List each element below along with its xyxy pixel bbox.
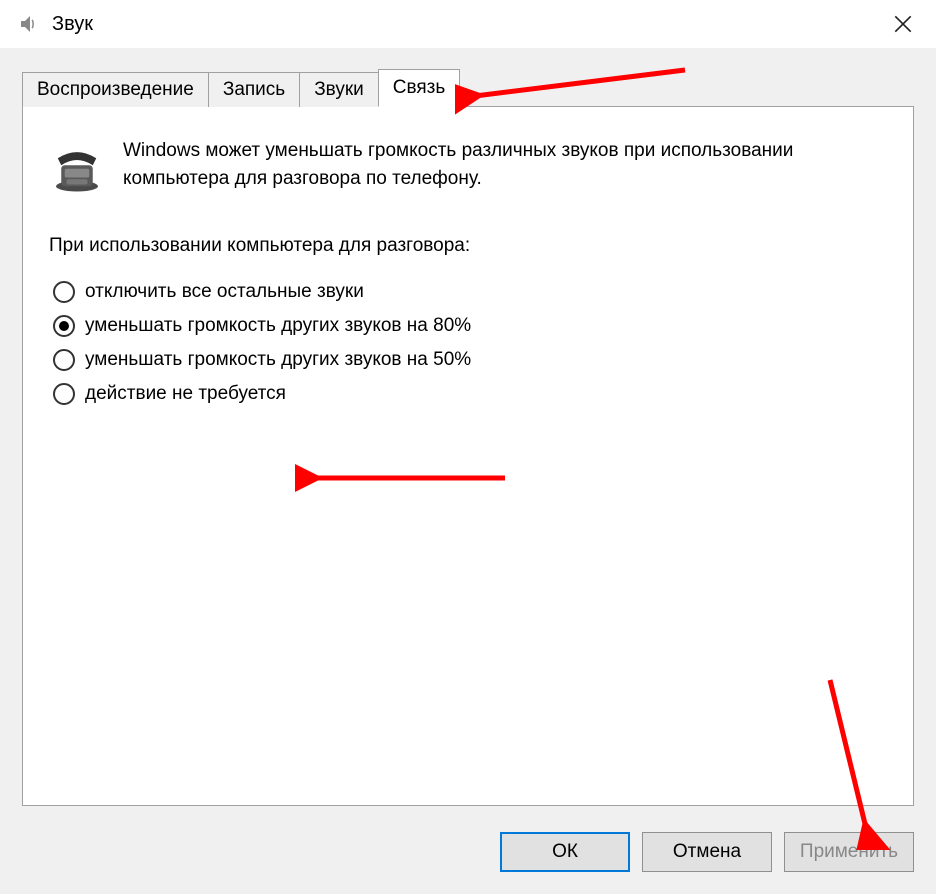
tab-playback[interactable]: Воспроизведение: [22, 72, 209, 107]
radio-reduce-50[interactable]: уменьшать громкость других звуков на 50%: [53, 349, 887, 371]
radio-reduce-80[interactable]: уменьшать громкость других звуков на 80%: [53, 315, 887, 337]
radio-label: уменьшать громкость других звуков на 50%: [85, 349, 471, 371]
tab-strip: Воспроизведение Запись Звуки Связь: [22, 66, 914, 106]
info-row: Windows может уменьшать громкость различ…: [49, 137, 887, 195]
cancel-button[interactable]: Отмена: [642, 832, 772, 872]
window-title: Звук: [52, 13, 880, 36]
radio-icon: [53, 383, 75, 405]
apply-button[interactable]: Применить: [784, 832, 914, 872]
radio-do-nothing[interactable]: действие не требуется: [53, 383, 887, 405]
info-text: Windows может уменьшать громкость различ…: [123, 137, 887, 192]
radio-mute-all[interactable]: отключить все остальные звуки: [53, 281, 887, 303]
tab-recording[interactable]: Запись: [208, 72, 300, 107]
radio-group: отключить все остальные звуки уменьшать …: [49, 281, 887, 405]
section-label: При использовании компьютера для разгово…: [49, 235, 887, 257]
tab-sounds[interactable]: Звуки: [299, 72, 379, 107]
radio-label: действие не требуется: [85, 383, 286, 405]
radio-label: уменьшать громкость других звуков на 80%: [85, 315, 471, 337]
close-button[interactable]: [880, 4, 926, 44]
radio-icon: [53, 315, 75, 337]
phone-icon: [49, 139, 105, 195]
titlebar: Звук: [0, 0, 936, 46]
dialog-body: Воспроизведение Запись Звуки Связь Windo…: [0, 48, 936, 894]
radio-icon: [53, 281, 75, 303]
tab-communications[interactable]: Связь: [378, 69, 461, 107]
button-row: ОК Отмена Применить: [500, 832, 914, 872]
radio-label: отключить все остальные звуки: [85, 281, 364, 303]
sound-icon: [14, 10, 42, 38]
tab-content: Windows может уменьшать громкость различ…: [22, 106, 914, 806]
ok-button[interactable]: ОК: [500, 832, 630, 872]
radio-icon: [53, 349, 75, 371]
